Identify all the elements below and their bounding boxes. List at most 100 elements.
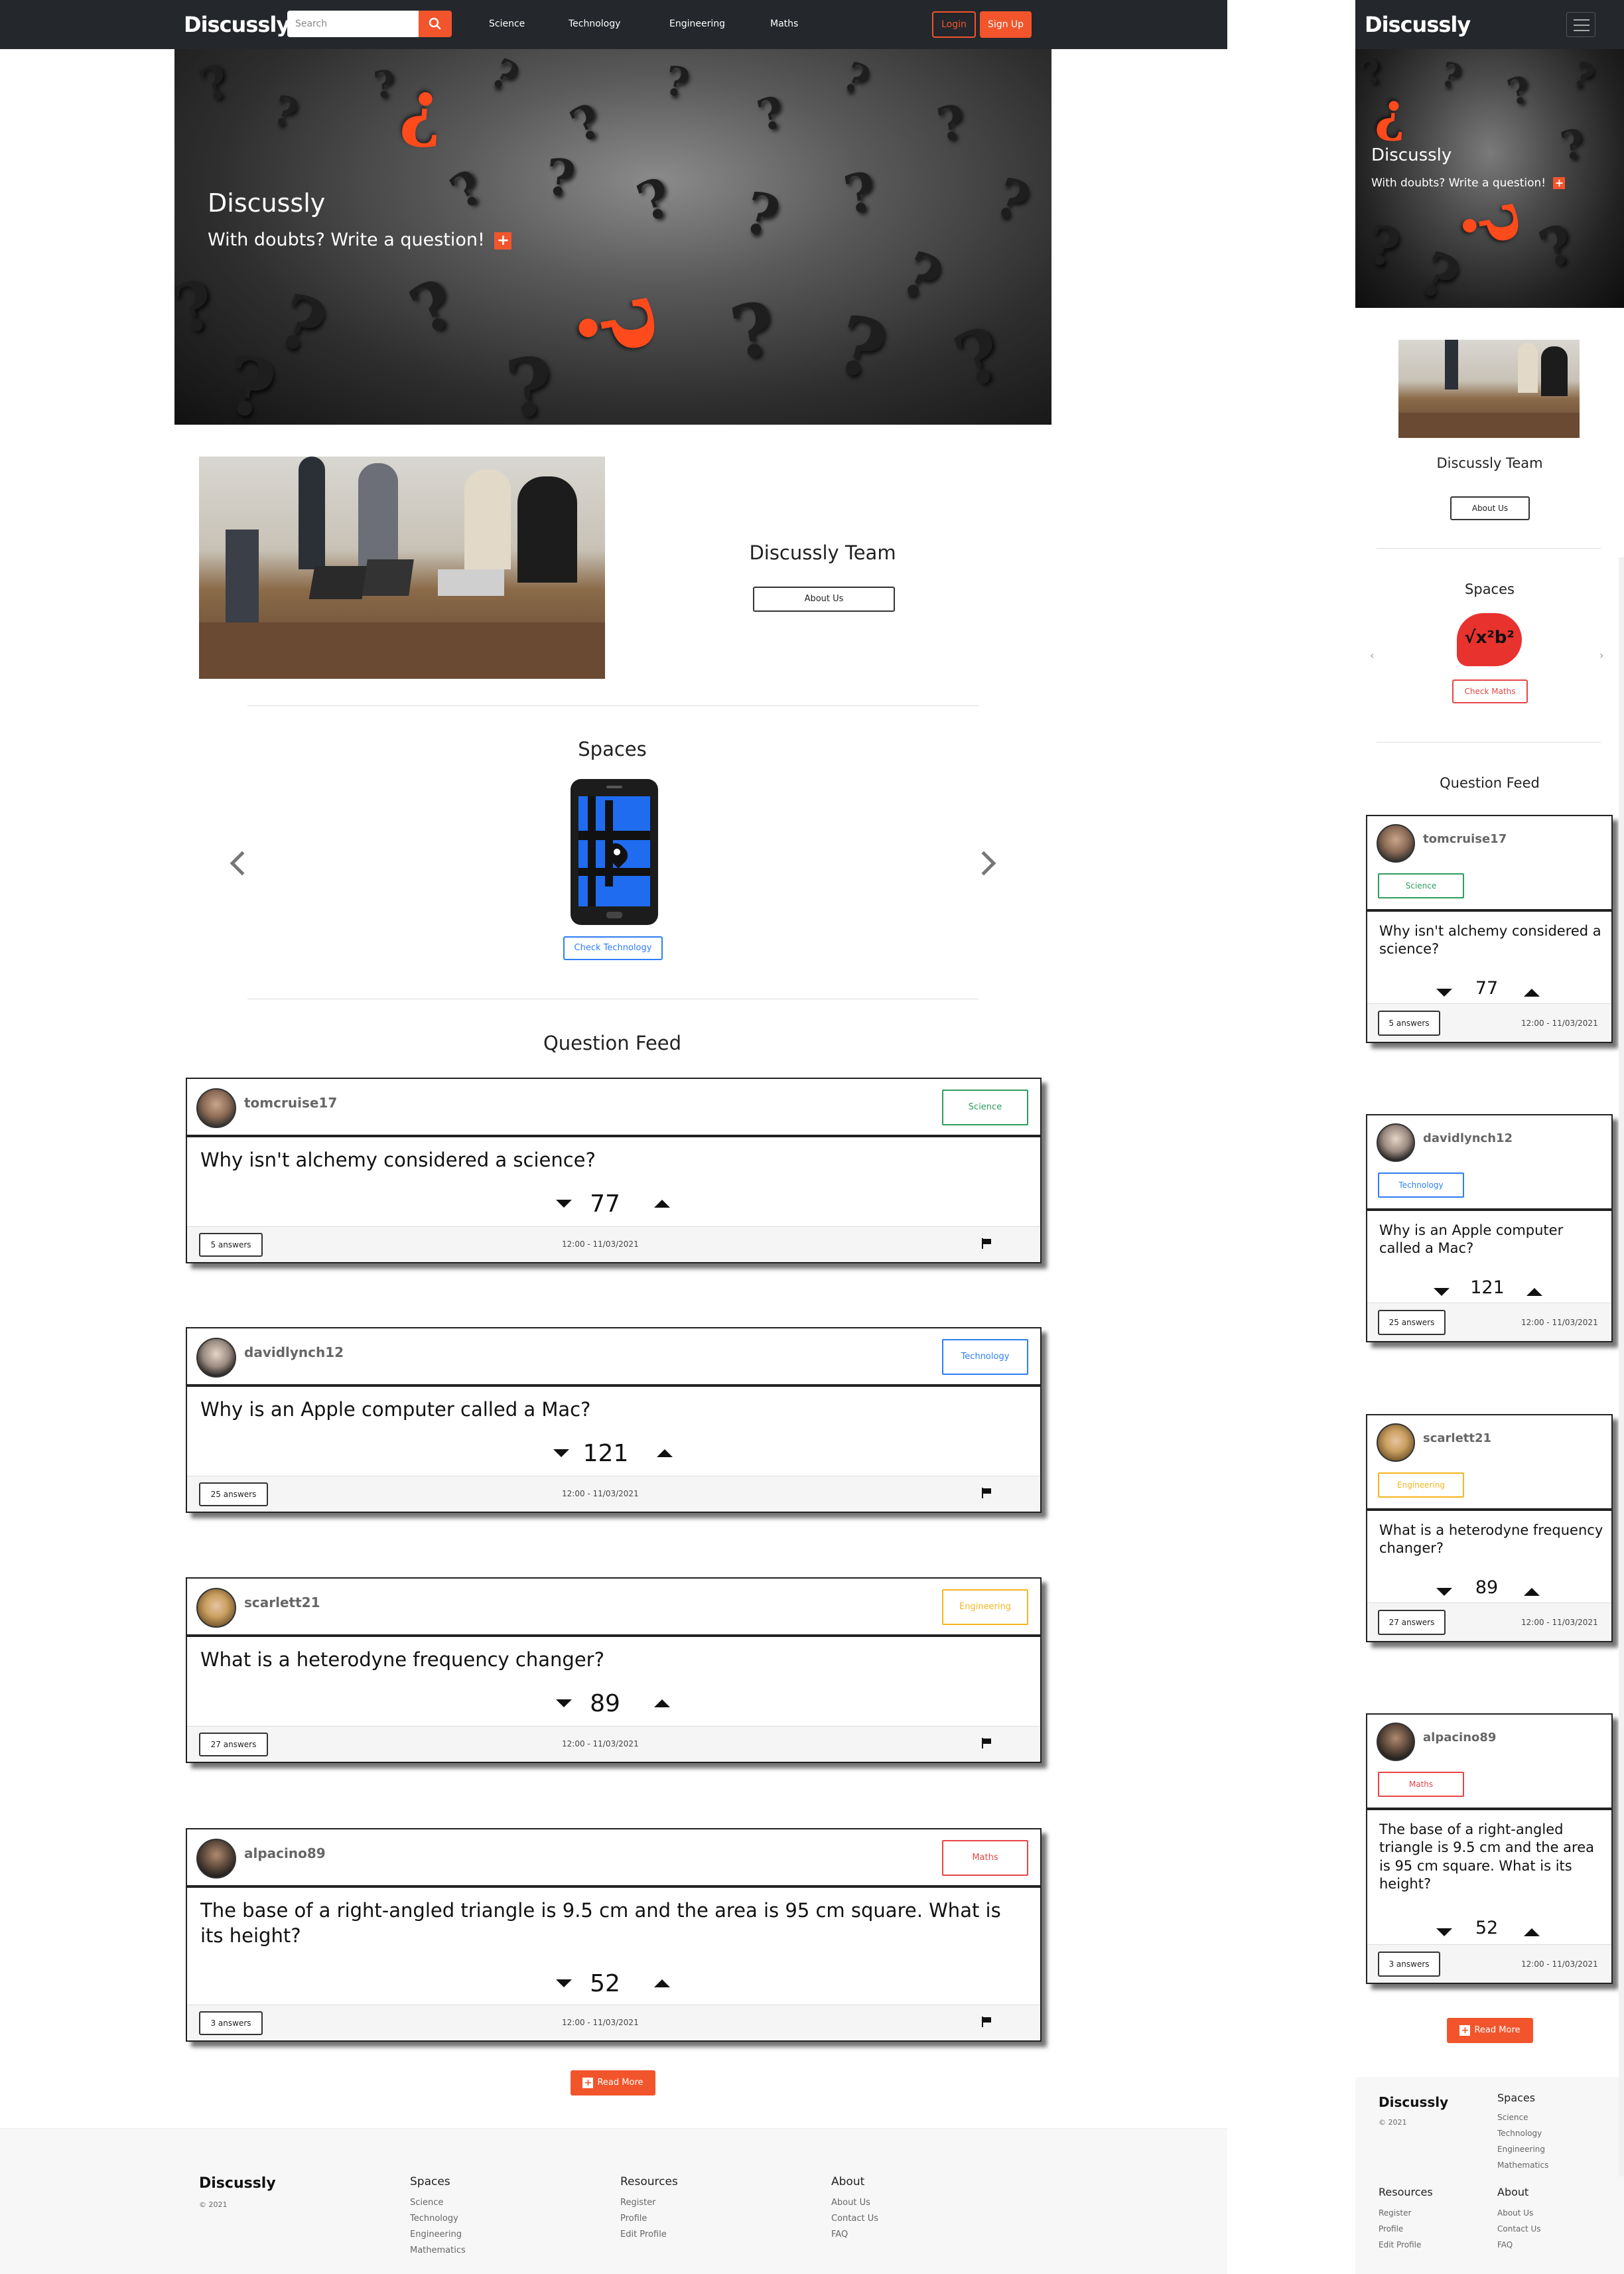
search-input[interactable] xyxy=(287,11,419,37)
answers-button[interactable]: 25 answers xyxy=(1378,1310,1446,1335)
question-text[interactable]: The base of a right-angled triangle is 9… xyxy=(200,1898,1023,1948)
footer-brand[interactable]: Discussly xyxy=(1379,2094,1448,2110)
check-maths-button[interactable]: Check Maths xyxy=(1452,679,1528,703)
avatar[interactable] xyxy=(196,1088,236,1128)
ask-question-plus-icon[interactable]: + xyxy=(494,232,512,249)
downvote-icon[interactable] xyxy=(1436,1588,1452,1596)
footer-link-edit-profile[interactable]: Edit Profile xyxy=(1379,2240,1421,2249)
username[interactable]: tomcruise17 xyxy=(244,1095,337,1111)
footer-link-engineering[interactable]: Engineering xyxy=(1497,2145,1545,2154)
category-tag[interactable]: Engineering xyxy=(1378,1472,1464,1498)
username[interactable]: scarlett21 xyxy=(244,1595,320,1610)
flag-icon[interactable] xyxy=(982,1738,991,1748)
question-text[interactable]: What is a heterodyne frequency changer? xyxy=(1379,1522,1605,1558)
category-tag[interactable]: Science xyxy=(1378,873,1464,898)
answers-button[interactable]: 25 answers xyxy=(199,1482,268,1506)
username[interactable]: davidlynch12 xyxy=(1423,1131,1513,1145)
login-button[interactable]: Login xyxy=(932,11,976,38)
category-tag[interactable]: Science xyxy=(942,1090,1028,1125)
answers-button[interactable]: 27 answers xyxy=(199,1733,268,1756)
answers-button[interactable]: 5 answers xyxy=(1378,1011,1440,1036)
check-technology-button[interactable]: Check Technology xyxy=(563,936,663,960)
footer-brand[interactable]: Discussly xyxy=(199,2175,276,2192)
upvote-icon[interactable] xyxy=(1524,989,1540,997)
downvote-icon[interactable] xyxy=(553,1449,569,1457)
nav-link-technology[interactable]: Technology xyxy=(569,19,620,29)
nav-link-science[interactable]: Science xyxy=(489,19,525,29)
footer-link-engineering[interactable]: Engineering xyxy=(410,2230,462,2239)
footer-link-about-us[interactable]: About Us xyxy=(831,2198,870,2208)
footer-link-faq[interactable]: FAQ xyxy=(1497,2240,1513,2249)
answers-button[interactable]: 5 answers xyxy=(199,1233,263,1257)
menu-toggle-icon[interactable] xyxy=(1566,12,1595,37)
footer-link-profile[interactable]: Profile xyxy=(1379,2224,1403,2234)
signup-button[interactable]: Sign Up xyxy=(980,11,1032,38)
footer-link-technology[interactable]: Technology xyxy=(1497,2129,1542,2138)
question-text[interactable]: Why isn't alchemy considered a science? xyxy=(200,1148,1023,1173)
flag-icon[interactable] xyxy=(982,1238,991,1249)
downvote-icon[interactable] xyxy=(556,1699,572,1707)
avatar[interactable] xyxy=(1377,824,1415,863)
footer-link-science[interactable]: Science xyxy=(1497,2113,1528,2122)
scrollbar[interactable] xyxy=(1619,557,1624,2176)
flag-icon[interactable] xyxy=(982,2017,991,2027)
username[interactable]: alpacino89 xyxy=(244,1845,326,1861)
read-more-button[interactable]: + Read More xyxy=(1447,2018,1533,2043)
category-tag[interactable]: Maths xyxy=(942,1840,1028,1876)
read-more-button[interactable]: + Read More xyxy=(571,2070,655,2096)
footer-link-about-us[interactable]: About Us xyxy=(1497,2208,1533,2218)
footer-link-profile[interactable]: Profile xyxy=(620,2214,647,2224)
footer-link-register[interactable]: Register xyxy=(1379,2208,1411,2218)
username[interactable]: scarlett21 xyxy=(1423,1431,1491,1445)
carousel-prev-icon[interactable] xyxy=(230,851,255,876)
footer-link-edit-profile[interactable]: Edit Profile xyxy=(620,2230,667,2239)
ask-question-plus-icon[interactable]: + xyxy=(1553,177,1566,189)
search-button[interactable] xyxy=(419,11,452,37)
carousel-next-icon[interactable]: › xyxy=(1599,649,1603,662)
avatar[interactable] xyxy=(1377,1423,1415,1462)
avatar[interactable] xyxy=(1377,1123,1415,1162)
upvote-icon[interactable] xyxy=(654,1699,670,1707)
username[interactable]: alpacino89 xyxy=(1423,1731,1496,1744)
brand-logo[interactable]: Discussly xyxy=(184,12,290,37)
flag-icon[interactable] xyxy=(982,1488,991,1498)
footer-link-science[interactable]: Science xyxy=(410,2198,443,2208)
category-tag[interactable]: Technology xyxy=(942,1339,1028,1375)
downvote-icon[interactable] xyxy=(1436,1928,1452,1936)
downvote-icon[interactable] xyxy=(1436,989,1452,997)
nav-link-maths[interactable]: Maths xyxy=(770,19,798,29)
question-text[interactable]: Why is an Apple computer called a Mac? xyxy=(1379,1222,1605,1258)
nav-link-engineering[interactable]: Engineering xyxy=(669,19,725,29)
downvote-icon[interactable] xyxy=(1434,1288,1450,1296)
footer-link-faq[interactable]: FAQ xyxy=(831,2230,848,2239)
answers-button[interactable]: 3 answers xyxy=(1378,1952,1440,1977)
username[interactable]: davidlynch12 xyxy=(244,1344,344,1360)
question-text[interactable]: Why is an Apple computer called a Mac? xyxy=(200,1397,1023,1423)
upvote-icon[interactable] xyxy=(1526,1288,1542,1296)
question-text[interactable]: What is a heterodyne frequency changer? xyxy=(200,1648,1023,1673)
avatar[interactable] xyxy=(196,1338,236,1378)
about-us-button[interactable]: About Us xyxy=(753,587,895,612)
footer-link-technology[interactable]: Technology xyxy=(410,2214,458,2224)
avatar[interactable] xyxy=(196,1839,236,1879)
footer-link-register[interactable]: Register xyxy=(620,2198,656,2208)
avatar[interactable] xyxy=(196,1588,236,1628)
question-text[interactable]: Why isn't alchemy considered a science? xyxy=(1379,922,1605,959)
footer-link-contact-us[interactable]: Contact Us xyxy=(831,2214,878,2224)
footer-link-mathematics[interactable]: Mathematics xyxy=(1497,2161,1548,2170)
footer-link-mathematics[interactable]: Mathematics xyxy=(410,2245,466,2255)
category-tag[interactable]: Engineering xyxy=(942,1589,1028,1625)
brand-logo[interactable]: Discussly xyxy=(1365,12,1471,37)
answers-button[interactable]: 3 answers xyxy=(199,2011,263,2035)
upvote-icon[interactable] xyxy=(657,1449,673,1457)
upvote-icon[interactable] xyxy=(1524,1588,1540,1596)
downvote-icon[interactable] xyxy=(556,1979,572,1987)
upvote-icon[interactable] xyxy=(654,1200,670,1208)
category-tag[interactable]: Maths xyxy=(1378,1772,1464,1797)
avatar[interactable] xyxy=(1377,1723,1415,1761)
downvote-icon[interactable] xyxy=(556,1200,572,1208)
about-us-button[interactable]: About Us xyxy=(1450,496,1530,520)
answers-button[interactable]: 27 answers xyxy=(1378,1610,1446,1635)
upvote-icon[interactable] xyxy=(1524,1928,1540,1936)
footer-link-contact-us[interactable]: Contact Us xyxy=(1497,2224,1541,2234)
